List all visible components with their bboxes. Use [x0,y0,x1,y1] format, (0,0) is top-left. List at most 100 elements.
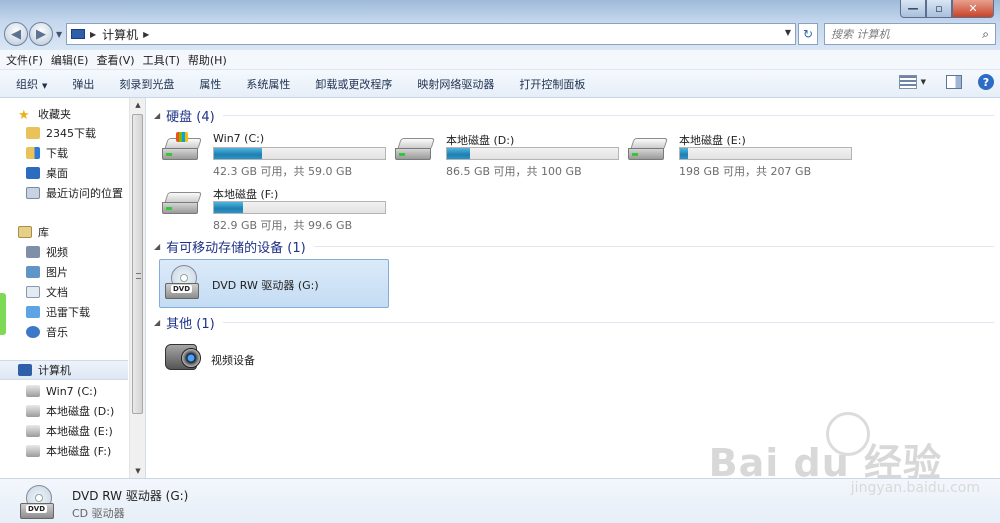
refresh-button[interactable]: ↻ [798,23,818,45]
drive-space: 82.9 GB 可用，共 99.6 GB [213,219,353,232]
search-icon[interactable]: ⌕ [982,27,989,42]
change-view-icon[interactable] [898,75,917,89]
group-header-removable[interactable]: ◢ 有可移动存储的设备 (1) [154,237,994,256]
documents-library-icon [26,286,40,298]
view-controls: ▼ ? [898,74,994,90]
collapse-icon[interactable]: ◢ [154,242,160,251]
drive-space: 86.5 GB 可用，共 100 GB [446,165,582,178]
hard-drive-icon [395,138,435,164]
system-properties-button[interactable]: 系统属性 [246,76,290,92]
collapse-icon[interactable]: ◢ [154,318,160,327]
preview-pane-icon[interactable] [946,75,962,89]
sidebar-item-favorites[interactable]: ★ 收藏夹 [18,104,146,124]
close-button[interactable]: ✕ [952,0,994,18]
video-device-item[interactable]: 视频设备 [159,338,359,380]
sidebar-item-computer[interactable]: 计算机 [0,360,128,380]
group-title: 有可移动存储的设备 (1) [166,240,306,256]
burn-button[interactable]: 刻录到光盘 [119,76,174,92]
pictures-library-icon [26,266,40,278]
drive-item-c[interactable]: Win7 (C:) 42.3 GB 可用，共 59.0 GB [162,130,392,178]
group-title: 硬盘 (4) [166,109,215,125]
organize-button[interactable]: 组织 ▼ [16,76,47,92]
drive-space: 42.3 GB 可用，共 59.0 GB [213,165,353,178]
divider [222,321,994,323]
details-name: DVD RW 驱动器 (G:) [72,489,189,503]
group-header-other[interactable]: ◢ 其他 (1) [154,313,994,332]
chevron-down-icon: ▼ [42,81,48,90]
sidebar-label: 本地磁盘 (F:) [46,445,112,458]
hard-drive-icon [26,425,40,437]
forward-button[interactable]: ▶ [29,22,53,46]
details-type: CD 驱动器 [72,507,125,520]
maximize-button[interactable]: ▫ [926,0,952,18]
refresh-icon: ↻ [802,27,814,41]
minimize-button[interactable]: — [900,0,926,18]
menu-bar: 文件(F) 编辑(E) 查看(V) 工具(T) 帮助(H) [0,50,1000,70]
map-network-drive-button[interactable]: 映射网络驱动器 [417,76,494,92]
usage-fill [680,148,688,159]
sidebar-item-libraries[interactable]: 库 [18,222,146,242]
group-title: 其他 (1) [166,316,215,332]
collapse-icon[interactable]: ◢ [154,111,160,120]
search-input[interactable]: 搜索 计算机 ⌕ [824,23,996,45]
dvd-logo: DVD [171,285,193,293]
arrow-left-icon: ◀ [11,26,21,42]
breadcrumb-separator-icon[interactable]: ▶ [143,30,149,39]
usage-bar [679,147,852,160]
drive-name: 本地磁盘 (E:) [679,134,746,147]
properties-button[interactable]: 属性 [199,76,221,92]
download-folder-icon [26,147,40,159]
drive-item-d[interactable]: 本地磁盘 (D:) 86.5 GB 可用，共 100 GB [395,130,625,178]
hard-drive-icon [26,445,40,457]
drive-space: 198 GB 可用，共 207 GB [679,165,812,178]
camcorder-icon [163,338,205,378]
view-dropdown-icon[interactable]: ▼ [921,78,926,86]
menu-file[interactable]: 文件(F) [6,52,43,68]
drive-item-dvd[interactable]: DVD DVD RW 驱动器 (G:) [159,259,389,308]
uninstall-button[interactable]: 卸载或更改程序 [315,76,392,92]
dvd-drive-icon: DVD [165,265,201,303]
menu-help[interactable]: 帮助(H) [188,52,227,68]
menu-tools[interactable]: 工具(T) [143,52,180,68]
usage-bar [446,147,619,160]
scroll-down-icon[interactable]: ▼ [130,464,146,478]
group-header-hdd[interactable]: ◢ 硬盘 (4) [154,106,994,125]
drive-item-e[interactable]: 本地磁盘 (E:) 198 GB 可用，共 207 GB [628,130,858,178]
sidebar-scrollbar[interactable]: ▲ ▼ [129,98,145,478]
usage-fill [214,202,244,213]
sidebar-label: Win7 (C:) [46,384,98,398]
sidebar-label: 迅雷下载 [46,306,90,319]
divider [222,114,994,116]
scroll-up-icon[interactable]: ▲ [130,98,146,112]
address-bar[interactable]: ▶ 计算机 ▶ ▼ [66,23,796,45]
dvd-drive-icon: DVD [20,485,56,521]
grip-icon [136,273,141,279]
control-panel-button[interactable]: 打开控制面板 [519,76,585,92]
breadcrumb-separator-icon[interactable]: ▶ [90,30,96,39]
drive-item-f[interactable]: 本地磁盘 (F:) 82.9 GB 可用，共 99.6 GB [162,184,392,232]
drive-name: DVD RW 驱动器 (G:) [212,279,319,292]
sidebar-label: 本地磁盘 (E:) [46,425,113,438]
hard-drive-icon [26,405,40,417]
command-bar: 组织 ▼ 弹出 刻录到光盘 属性 系统属性 卸载或更改程序 映射网络驱动器 打开控… [0,70,1000,98]
sidebar-label: 库 [38,226,49,239]
eject-button[interactable]: 弹出 [72,76,94,92]
sidebar-label: 视频 [46,246,68,259]
back-button[interactable]: ◀ [4,22,28,46]
drive-name: 本地磁盘 (F:) [213,188,279,201]
system-drive-icon [26,385,40,397]
hard-drive-icon [162,192,202,218]
menu-edit[interactable]: 编辑(E) [51,52,89,68]
sidebar-label: 2345下载 [46,127,96,140]
computer-icon [18,364,32,376]
scrollbar-thumb[interactable] [132,114,143,414]
recent-pages-dropdown[interactable]: ▼ [56,30,62,39]
sidebar-label: 最近访问的位置 [46,187,123,200]
address-dropdown-icon[interactable]: ▼ [785,28,791,37]
breadcrumb-computer[interactable]: 计算机 [102,26,138,43]
usage-bar [213,147,386,160]
help-icon[interactable]: ? [978,74,994,90]
menu-view[interactable]: 查看(V) [96,52,134,68]
watermark-url: jingyan.baidu.com [850,480,980,496]
sidebar-label: 下载 [46,147,68,160]
